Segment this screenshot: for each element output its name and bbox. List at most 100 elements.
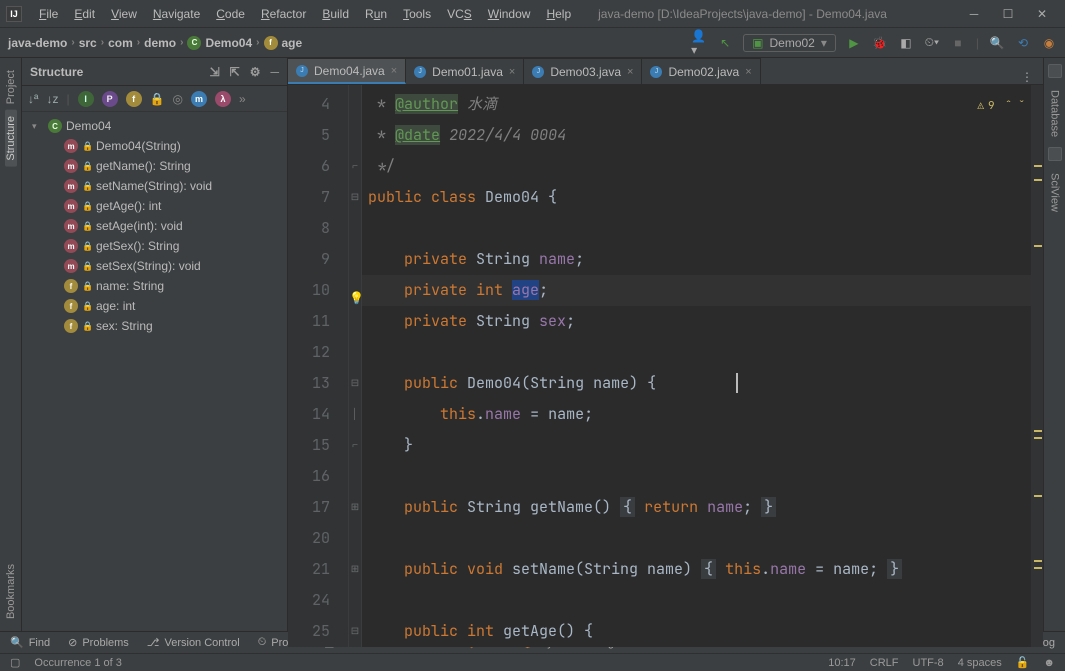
inspection-badge[interactable]: ⚠ 9 ˆ ˇ (977, 91, 1025, 122)
ide-icon[interactable]: ◉ (1041, 35, 1057, 51)
tree-member[interactable]: 🔒sex: String (22, 316, 287, 336)
target-icon[interactable]: ◎ (173, 92, 183, 106)
line-gutter[interactable]: 45678910💡1112131415161720212425 (288, 85, 348, 647)
window-title: java-demo [D:\IdeaProjects\java-demo] - … (578, 7, 965, 21)
status-readonly-icon[interactable]: 🔓 (1016, 656, 1030, 669)
status-position[interactable]: 10:17 (828, 657, 856, 669)
method-icon (64, 219, 78, 233)
code-editor[interactable]: ⚠ 9 ˆ ˇ * @author 水滴 * @date 2022/4/4 00… (362, 85, 1043, 647)
tab-bookmarks[interactable]: Bookmarks (5, 558, 17, 625)
show-fields-icon[interactable]: f (126, 91, 142, 107)
debug-button[interactable]: 🐞 (872, 35, 888, 51)
sort-visibility-icon[interactable]: ↓z (46, 92, 58, 106)
gear-icon[interactable]: ⚙ (250, 65, 261, 79)
tab-project[interactable]: Project (5, 64, 17, 110)
show-lambda-icon[interactable]: λ (215, 91, 231, 107)
coverage-button[interactable]: ◧ (898, 35, 914, 51)
menu-run[interactable]: Run (358, 4, 394, 24)
user-icon[interactable]: 👤▾ (691, 35, 707, 51)
crumb-demo[interactable]: demo (144, 36, 176, 50)
menu-file[interactable]: File (32, 4, 65, 24)
editor-tab[interactable]: Demo03.java× (524, 58, 642, 84)
tabs-more-icon[interactable]: ⋮ (1011, 70, 1043, 84)
tab-sciview[interactable]: SciView (1049, 167, 1061, 218)
tree-member[interactable]: 🔒setAge(int): void (22, 216, 287, 236)
fold-mark[interactable]: │ (349, 399, 361, 430)
tab-structure[interactable]: Structure (5, 110, 17, 167)
tab-database[interactable]: Database (1049, 84, 1061, 143)
tree-member[interactable]: 🔒getAge(): int (22, 196, 287, 216)
back-icon[interactable]: ↖ (717, 35, 733, 51)
menu-view[interactable]: View (104, 4, 144, 24)
run-config-select[interactable]: ▣Demo02▾ (743, 34, 836, 52)
status-tool-icon[interactable]: ▢ (10, 656, 20, 669)
crumb-src[interactable]: src (79, 36, 97, 50)
fold-gutter[interactable]: ⌐⊟⊟│⌐⊞⊞⊟ (348, 85, 362, 647)
lock-icon[interactable]: 🔒 (150, 92, 165, 106)
collapse-icon[interactable]: ⇱ (230, 65, 240, 79)
more-icon[interactable]: » (239, 92, 246, 106)
crumb-class[interactable]: Demo04 (187, 36, 252, 50)
tree-member[interactable]: 🔒getName(): String (22, 156, 287, 176)
fold-mark[interactable]: ⊟ (349, 368, 361, 399)
editor-tab[interactable]: Demo02.java× (642, 58, 760, 84)
fold-mark[interactable]: ⌐ (349, 430, 361, 461)
tree-member[interactable]: 🔒name: String (22, 276, 287, 296)
minimize-button[interactable]: ─ (965, 7, 983, 21)
close-tab-icon[interactable]: × (745, 66, 751, 78)
fold-mark[interactable]: ⊞ (349, 554, 361, 585)
search-icon[interactable]: 🔍 (989, 35, 1005, 51)
fold-mark[interactable]: ⊞ (349, 492, 361, 523)
tree-member[interactable]: 🔒age: int (22, 296, 287, 316)
expand-icon[interactable]: ⇲ (210, 65, 220, 79)
menu-window[interactable]: Window (481, 4, 538, 24)
tree-member[interactable]: 🔒Demo04(String) (22, 136, 287, 156)
crumb-project[interactable]: java-demo (8, 36, 67, 50)
menu-code[interactable]: Code (209, 4, 252, 24)
fold-mark[interactable]: ⌐ (349, 151, 361, 182)
menu-vcs[interactable]: VCS (440, 4, 479, 24)
menu-tools[interactable]: Tools (396, 4, 438, 24)
close-tab-icon[interactable]: × (627, 66, 633, 78)
method-icon (64, 139, 78, 153)
crumb-field[interactable]: age (264, 36, 303, 50)
menu-edit[interactable]: Edit (67, 4, 102, 24)
status-encoding[interactable]: UTF-8 (913, 657, 944, 669)
close-tab-icon[interactable]: × (509, 66, 515, 78)
sync-icon[interactable]: ⟲ (1015, 35, 1031, 51)
fold-mark[interactable]: ⊟ (349, 616, 361, 647)
show-properties-icon[interactable]: P (102, 91, 118, 107)
maximize-button[interactable]: ☐ (999, 7, 1017, 21)
error-stripe[interactable] (1031, 85, 1043, 647)
menu-build[interactable]: Build (315, 4, 356, 24)
tool-vcs[interactable]: ⎇ Version Control (147, 636, 240, 649)
close-button[interactable]: ✕ (1033, 7, 1051, 21)
editor-tab[interactable]: Demo04.java× (288, 58, 406, 84)
status-face-icon[interactable]: ☻ (1043, 657, 1055, 669)
status-indent[interactable]: 4 spaces (958, 657, 1002, 669)
sort-alpha-icon[interactable]: ↓ª (28, 92, 38, 106)
status-eol[interactable]: CRLF (870, 657, 899, 669)
fold-mark[interactable]: ⊟ (349, 182, 361, 213)
tree-member[interactable]: 🔒getSex(): String (22, 236, 287, 256)
show-interfaces-icon[interactable]: I (78, 91, 94, 107)
menu-refactor[interactable]: Refactor (254, 4, 313, 24)
close-tab-icon[interactable]: × (391, 65, 397, 77)
tree-root[interactable]: ▾ Demo04 (22, 116, 287, 136)
crumb-com[interactable]: com (108, 36, 133, 50)
editor-tab[interactable]: Demo01.java× (406, 58, 524, 84)
tool-find[interactable]: 🔍 Find (10, 636, 50, 649)
sciview-icon[interactable] (1048, 147, 1062, 161)
profiler-button[interactable]: ⏲▾ (924, 35, 940, 51)
database-icon[interactable] (1048, 64, 1062, 78)
show-methods-icon[interactable]: m (191, 91, 207, 107)
menu-help[interactable]: Help (539, 4, 578, 24)
structure-tree[interactable]: ▾ Demo04 🔒Demo04(String)🔒getName(): Stri… (22, 112, 287, 631)
menu-navigate[interactable]: Navigate (146, 4, 207, 24)
tree-member[interactable]: 🔒setName(String): void (22, 176, 287, 196)
run-button[interactable]: ▶ (846, 35, 862, 51)
tree-member[interactable]: 🔒setSex(String): void (22, 256, 287, 276)
stop-button[interactable]: ■ (950, 35, 966, 51)
tool-problems[interactable]: ⊘ Problems (68, 636, 129, 649)
hide-icon[interactable]: ─ (270, 65, 279, 79)
